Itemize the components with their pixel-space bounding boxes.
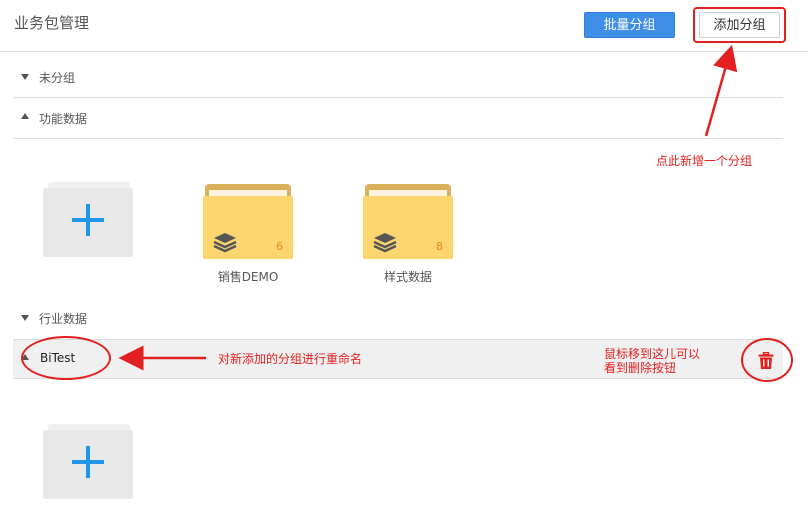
- annotation-highlight-add-button: [693, 7, 786, 43]
- plus-icon: [72, 204, 104, 236]
- folder-label: 销售DEMO: [217, 270, 279, 284]
- package-count: 8: [436, 240, 443, 253]
- page-title: 业务包管理: [14, 14, 90, 32]
- package-folder-sales-demo[interactable]: 6: [203, 184, 293, 259]
- package-folder-style-data[interactable]: 8: [363, 184, 453, 259]
- group-row-function-data[interactable]: 功能数据: [13, 99, 783, 139]
- annotation-ellipse-bitest: [21, 336, 111, 380]
- group-label: 行业数据: [39, 312, 88, 326]
- group-row-ungrouped[interactable]: 未分组: [13, 58, 783, 98]
- collapse-triangle-icon[interactable]: [21, 74, 29, 80]
- package-count: 6: [276, 240, 283, 253]
- group-label: 未分组: [39, 71, 76, 85]
- add-package-folder[interactable]: [43, 424, 133, 499]
- annotation-rename-hint: 对新添加的分组进行重命名: [218, 352, 363, 366]
- batch-group-button[interactable]: 批量分组: [584, 12, 675, 38]
- collapse-triangle-icon[interactable]: [21, 315, 29, 321]
- expand-triangle-icon[interactable]: [21, 113, 29, 119]
- annotation-add-group-hint: 点此新增一个分组: [656, 154, 753, 168]
- annotation-ellipse-trash: [741, 338, 793, 382]
- add-package-folder[interactable]: [43, 182, 133, 257]
- page-header: 业务包管理 批量分组 添加分组: [0, 0, 808, 52]
- group-row-industry-data[interactable]: 行业数据: [13, 299, 783, 339]
- layers-icon: [373, 233, 397, 253]
- annotation-delete-hint-line1: 鼠标移到这儿可以: [604, 347, 701, 361]
- annotation-delete-hint-line2: 看到删除按钮: [604, 361, 677, 375]
- group-label: 功能数据: [39, 112, 88, 126]
- folder-label: 样式数据: [383, 270, 432, 284]
- layers-icon: [213, 233, 237, 253]
- plus-icon: [72, 446, 104, 478]
